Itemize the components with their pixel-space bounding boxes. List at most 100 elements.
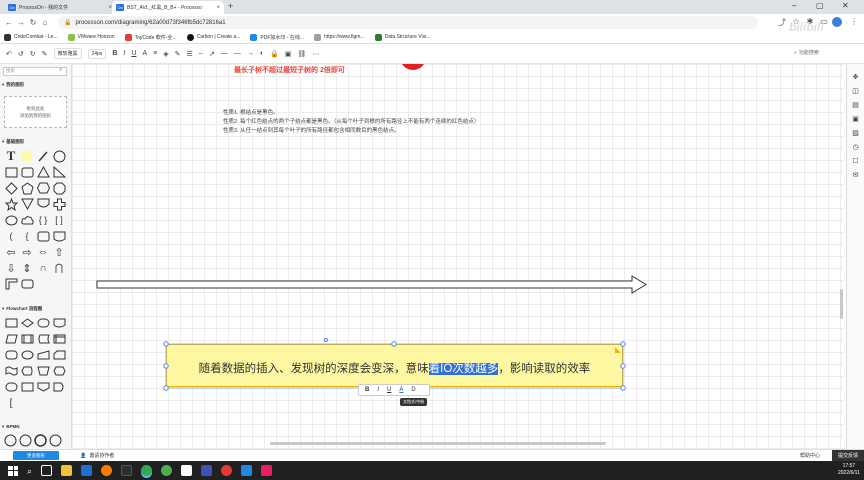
home-icon[interactable]: ⌂ [39,18,51,27]
annotation-shape-icon[interactable]: [ [4,396,18,410]
rounded-rectangle-shape-icon[interactable] [20,165,34,179]
link-icon[interactable]: ⛓ [297,50,306,58]
line-end-icon[interactable]: — [234,50,241,57]
group-icon[interactable]: ▣ [285,50,292,58]
section-basic-shapes[interactable]: ▾ 基础图形 [0,137,72,146]
resize-handle[interactable] [391,341,397,347]
resize-handle[interactable] [620,341,626,347]
bookmark-figma[interactable]: https://www.figm... [314,33,365,41]
stored-data-shape-icon[interactable] [36,332,50,346]
font-color-icon[interactable]: A [142,50,147,57]
font-family-select[interactable]: 微软雅黑 [53,48,82,59]
manual-operation-icon[interactable] [36,364,50,378]
vertical-scrollbar[interactable] [840,289,843,319]
rectangle-shape-icon[interactable] [4,165,18,179]
new-tab-button[interactable]: + [228,1,233,11]
my-shapes-dropzone[interactable]: 拖到此处 添加到我的图形 [4,96,67,128]
text-color-button[interactable]: A [399,387,403,393]
circle-shape-icon[interactable] [52,149,66,163]
arrow-updown-shape-icon[interactable]: ⇕ [20,261,34,275]
red-note-text[interactable]: 最长子树不超过最短子树的 2倍即可 [234,65,345,75]
image-icon[interactable]: ▨ [851,128,860,137]
card-shape-icon[interactable] [52,348,66,362]
inverted-triangle-shape-icon[interactable] [20,197,34,211]
chrome-icon[interactable] [141,465,153,476]
help-center-link[interactable]: 帮助中心 [800,452,820,459]
file-explorer-icon[interactable] [61,465,73,476]
wechat-icon[interactable] [161,465,173,476]
connector-icon[interactable]: ↗ [209,50,215,58]
loop-limit-icon[interactable] [4,380,18,394]
media-icon[interactable] [261,465,273,476]
resize-handle[interactable] [620,363,626,369]
arrow-up-shape-icon[interactable]: ⇧ [52,245,66,259]
braces-shape-icon[interactable]: { } [36,213,50,227]
bracket-shape-icon[interactable]: [ ] [52,213,66,227]
frame-shape-icon[interactable] [36,229,50,243]
line-width-icon[interactable]: ☰ [186,50,192,58]
task-view-icon[interactable] [41,465,53,476]
small-rect-shape-icon[interactable] [20,277,34,291]
arrow-left-shape-icon[interactable]: ⇦ [4,245,18,259]
notes-icon[interactable] [181,465,193,476]
rb-tree-properties[interactable]: 性质1. 根结点是黑色。 性质2. 每个红色结点的两个子结点都是黑色。（从每个叶… [223,109,479,136]
close-window-icon[interactable]: ✕ [842,1,849,10]
bold-icon[interactable]: B [112,50,117,57]
profile-avatar[interactable] [832,17,842,27]
chat-icon[interactable]: ✉ [851,170,860,179]
section-my-shapes[interactable]: ▾ 我的图形 [0,80,72,89]
delay-shape-icon[interactable] [52,380,66,394]
triangle-shape-icon[interactable] [36,165,50,179]
right-triangle-shape-icon[interactable] [52,165,66,179]
arrow-right-shape-icon[interactable]: ⇨ [20,245,34,259]
format-painter-icon[interactable]: ↶ [6,50,12,58]
store-icon[interactable] [81,465,93,476]
system-clock[interactable]: 17:57 2022/6/11 [838,463,860,477]
display-shape-icon[interactable] [20,364,34,378]
right-brace-icon[interactable]: { [20,229,34,243]
bpmn-event-icon[interactable] [49,434,62,447]
more-icon[interactable]: ⋯ [312,50,319,58]
history-icon[interactable]: ◷ [851,142,860,151]
more-shapes-button[interactable]: 更多图形 [13,451,59,460]
arch-shape-icon[interactable]: ⋂ [52,261,66,275]
app-icon[interactable] [201,465,213,476]
menu-icon[interactable]: ⋮ [848,17,860,26]
strikethrough-button[interactable]: D [411,387,415,393]
firefox-icon[interactable] [101,465,113,476]
undo-icon[interactable]: ↺ [18,50,24,58]
decision-shape-icon[interactable] [20,316,34,330]
tab-current-diagram[interactable]: On BST_AVL_红黑_B_B+ - Processo × [112,1,224,14]
reload-icon[interactable]: ↻ [27,18,39,27]
maximize-icon[interactable]: ▢ [816,1,824,10]
lock-shape-icon[interactable]: 🔒 [270,50,279,58]
close-tab-icon[interactable]: × [216,5,220,11]
resize-handle[interactable] [620,385,626,391]
resize-handle[interactable] [163,341,169,347]
bold-button[interactable]: B [365,387,369,393]
redo-icon[interactable]: ↻ [30,50,36,58]
corner-shape-icon[interactable] [4,277,18,291]
minimize-icon[interactable]: – [792,1,796,10]
direct-data-icon[interactable] [20,348,34,362]
cross-shape-icon[interactable] [52,197,66,211]
opacity-icon[interactable]: ◐ [260,50,264,57]
bookmark-vmware[interactable]: VMware Horizon [67,33,115,41]
octagon-shape-icon[interactable] [52,181,66,195]
shape-search-input[interactable]: 搜索 [3,67,67,76]
cloud-shape-icon[interactable] [20,213,34,227]
paper-tape-icon[interactable] [4,364,18,378]
parallel-mode-icon[interactable] [20,380,34,394]
bookmark-data-structure-visualizations[interactable]: Data Structure Visi... [374,33,430,41]
back-icon[interactable]: ← [3,18,15,27]
rotate-handle[interactable] [324,338,328,342]
manual-input-icon[interactable] [36,348,50,362]
arrow-style-icon[interactable]: → [247,50,254,57]
terminal-icon[interactable] [121,465,133,476]
pen-shape-icon[interactable] [36,149,50,163]
pentagon-shape-icon[interactable] [20,181,34,195]
u-turn-shape-icon[interactable]: ∩ [36,261,50,275]
bookmark-pdf-watermark[interactable]: PDF加水印 - 在线... [250,33,304,41]
line-style-icon[interactable]: ┄ [199,50,203,58]
page-settings-icon[interactable]: ▣ [851,114,860,123]
